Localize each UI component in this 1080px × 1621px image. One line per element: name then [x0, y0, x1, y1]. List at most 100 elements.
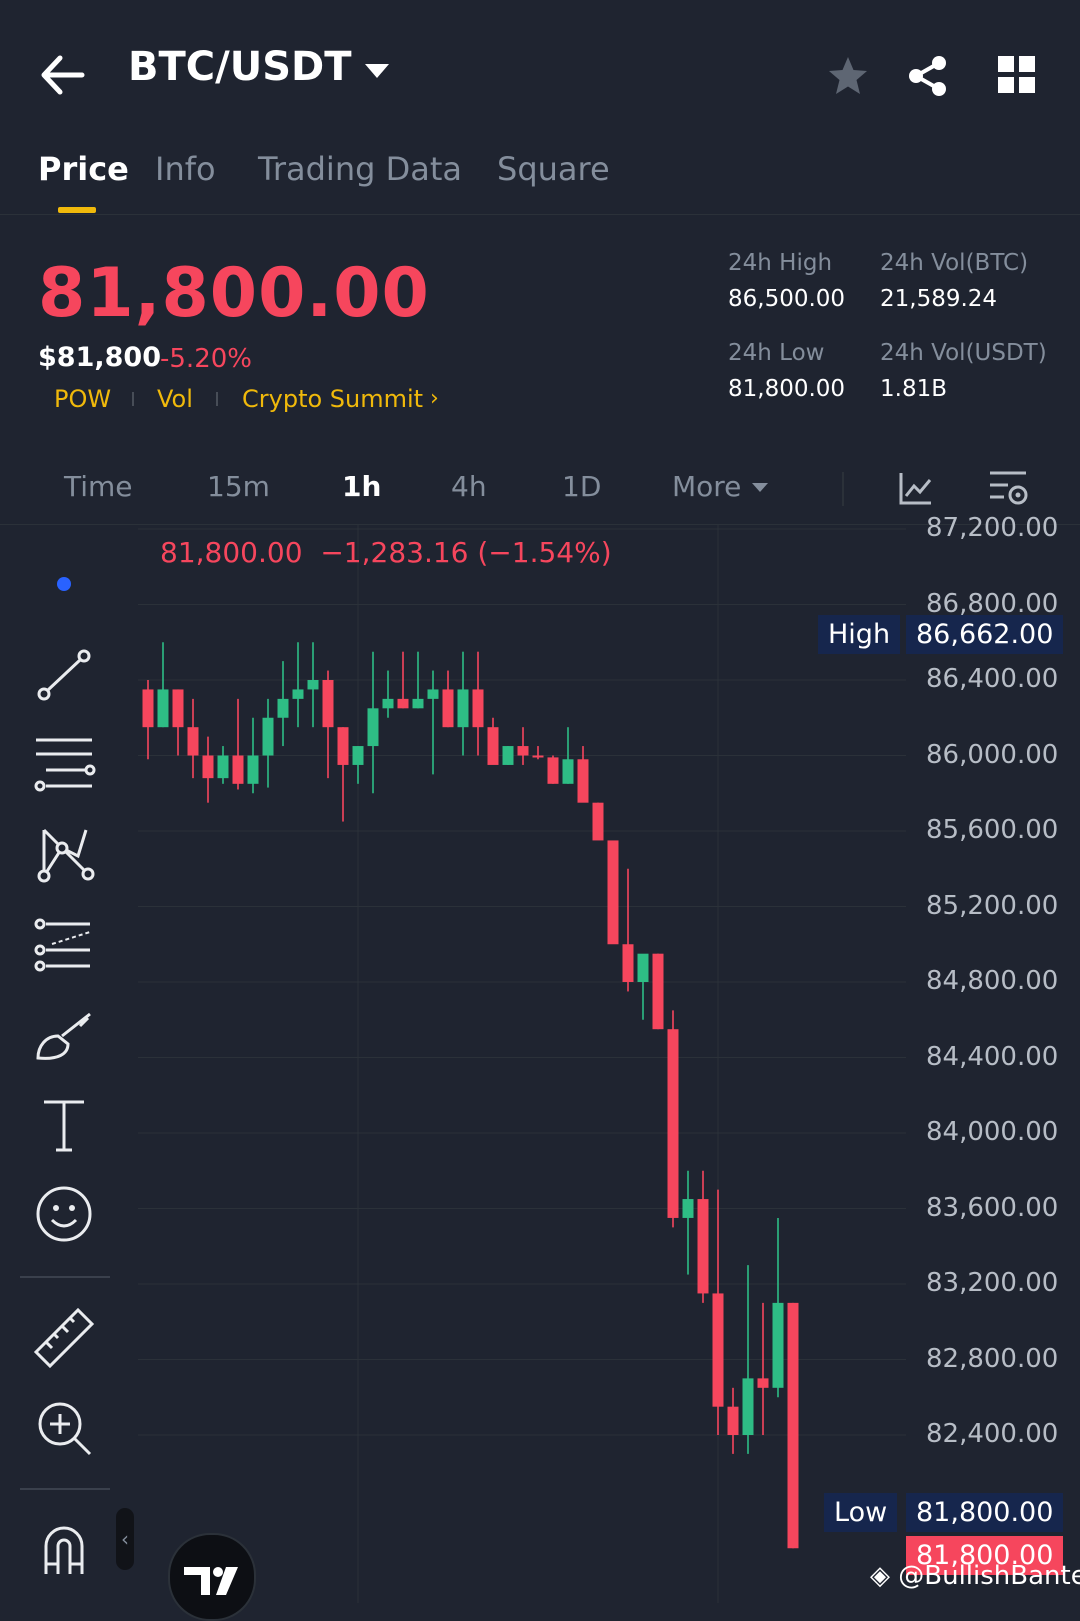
- y-tick-label: 86,400.00: [926, 664, 1059, 694]
- candle-body: [457, 689, 469, 728]
- emoji-icon[interactable]: [32, 1182, 96, 1246]
- candle: [472, 651, 484, 756]
- candle-body: [202, 755, 214, 779]
- candle: [292, 642, 304, 728]
- candle-body: [592, 802, 604, 841]
- zoom-in-icon[interactable]: [32, 1396, 96, 1460]
- status-dot: [57, 577, 71, 591]
- interval-time[interactable]: Time: [64, 470, 133, 503]
- candle: [622, 868, 634, 992]
- candle-body: [772, 1302, 784, 1388]
- star-icon[interactable]: [826, 54, 870, 98]
- fib-icon[interactable]: [32, 914, 96, 978]
- high-value: 86,662.00: [906, 615, 1064, 654]
- divider: [0, 214, 1080, 215]
- candle-body: [532, 755, 544, 758]
- candle-body: [367, 708, 379, 747]
- interval-4h[interactable]: 4h: [451, 470, 487, 503]
- stat-24h-high-label: 24h High: [728, 250, 833, 276]
- candle-body: [607, 840, 619, 945]
- candle: [592, 802, 604, 841]
- candle-body: [697, 1199, 709, 1294]
- ruler-icon[interactable]: [32, 1306, 96, 1370]
- stat-24h-low-label: 24h Low: [728, 340, 825, 366]
- share-icon[interactable]: [906, 54, 950, 98]
- y-tick-label: 83,200.00: [926, 1268, 1059, 1298]
- candle: [772, 1217, 784, 1398]
- candle-body: [562, 759, 574, 784]
- trend-line-icon[interactable]: [32, 644, 96, 708]
- y-tick-label: 82,400.00: [926, 1419, 1059, 1449]
- usd-price: $81,800: [38, 342, 161, 373]
- arrow-left-icon[interactable]: [38, 52, 88, 98]
- y-tick-label: 85,200.00: [926, 890, 1059, 921]
- candle-body: [622, 944, 634, 982]
- last-price: 81,800.00: [38, 254, 430, 333]
- candlestick-chart[interactable]: [0, 525, 1080, 1603]
- candle-body: [382, 698, 394, 709]
- candle-body: [667, 1029, 679, 1218]
- candle: [172, 689, 184, 756]
- interval-1h[interactable]: 1h: [342, 470, 381, 503]
- candle: [232, 698, 244, 790]
- candle-body: [547, 757, 559, 784]
- candle-body: [307, 680, 319, 690]
- candle: [247, 717, 259, 794]
- top-bar: BTC/USDT: [0, 0, 1080, 140]
- candle-body: [727, 1406, 739, 1435]
- tag-vol[interactable]: Vol: [157, 385, 193, 413]
- chart-indicator-icon[interactable]: [898, 470, 934, 506]
- candle-body: [247, 755, 259, 784]
- y-tick-label: 84,800.00: [926, 966, 1059, 996]
- chart-header-values: 81,800.00 −1,283.16 (−1.54%): [160, 536, 612, 569]
- watermark-text: @BullishBanter: [898, 1561, 1080, 1591]
- candle: [652, 953, 664, 1030]
- chart-header-price: 81,800.00: [160, 536, 303, 569]
- chevron-down-icon[interactable]: [752, 483, 768, 492]
- tab-square[interactable]: Square: [497, 150, 610, 188]
- y-tick-label: 84,000.00: [926, 1117, 1059, 1147]
- candle-body: [337, 727, 349, 765]
- tag-pow[interactable]: POW: [54, 385, 111, 413]
- chevron-down-icon[interactable]: [365, 64, 389, 78]
- candle-body: [172, 689, 184, 728]
- magnet-icon[interactable]: [32, 1516, 96, 1580]
- pair-title[interactable]: BTC/USDT: [128, 44, 352, 90]
- horizontal-lines-icon[interactable]: [32, 730, 96, 794]
- toolbar-collapse-button[interactable]: ‹: [116, 1508, 134, 1570]
- watermark: ◈ @BullishBanter: [870, 1561, 1080, 1591]
- tab-price[interactable]: Price: [38, 150, 129, 188]
- candle: [577, 746, 589, 803]
- candle-body: [277, 698, 289, 718]
- candle: [607, 840, 619, 945]
- toolbar-divider: [20, 1276, 110, 1278]
- chart-settings-icon[interactable]: [988, 468, 1028, 508]
- chevron-right-icon[interactable]: ›: [430, 386, 439, 411]
- chart-header-change: −1,283.16 (−1.54%): [320, 536, 612, 569]
- y-tick-label: 85,600.00: [926, 815, 1059, 845]
- interval-more[interactable]: More: [672, 470, 741, 503]
- tab-trading-data[interactable]: Trading Data: [258, 150, 462, 188]
- brush-icon[interactable]: [32, 1006, 96, 1070]
- tab-info[interactable]: Info: [155, 150, 216, 188]
- candle-body: [787, 1302, 799, 1549]
- candle: [517, 727, 529, 765]
- text-icon[interactable]: [32, 1094, 96, 1158]
- candle-body: [217, 755, 229, 779]
- candle: [667, 1010, 679, 1228]
- candle: [442, 670, 454, 728]
- candle: [757, 1302, 769, 1435]
- candle: [502, 746, 514, 765]
- divider: [842, 472, 844, 506]
- y-tick-label: 86,800.00: [926, 588, 1059, 619]
- grid-icon[interactable]: [998, 56, 1036, 94]
- interval-15m[interactable]: 15m: [207, 470, 270, 503]
- stat-24h-vol-usdt-value: 1.81B: [880, 376, 947, 402]
- tag-crypto-summit[interactable]: Crypto Summit: [242, 385, 423, 413]
- stat-24h-vol-btc-label: 24h Vol(BTC): [880, 250, 1029, 276]
- candle: [547, 755, 559, 784]
- candle-body: [412, 698, 424, 709]
- pattern-icon[interactable]: [32, 822, 96, 886]
- candle-body: [517, 746, 529, 756]
- interval-1d[interactable]: 1D: [562, 470, 601, 503]
